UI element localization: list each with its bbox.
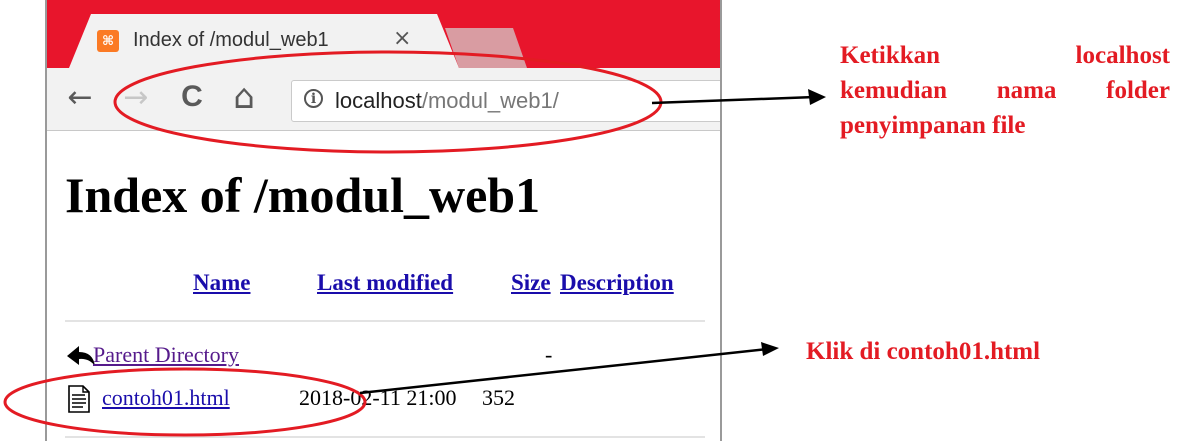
browser-tab[interactable]: ⌘ Index of /modul_web1 × bbox=[69, 14, 459, 68]
parent-size: - bbox=[545, 342, 553, 367]
table-row: contoh01.html 2018-02-11 21:00 352 bbox=[65, 385, 625, 415]
parent-directory-link[interactable]: Parent Directory bbox=[93, 342, 239, 368]
callout-address-line-2: kemudian nama folder bbox=[840, 73, 1170, 108]
tab-close-icon[interactable]: × bbox=[393, 26, 411, 51]
url-text[interactable]: localhost/modul_web1/ bbox=[335, 88, 559, 114]
callout-address-word-2: localhost bbox=[1075, 42, 1170, 69]
url-host: localhost bbox=[335, 88, 422, 113]
xampp-favicon-icon: ⌘ bbox=[97, 30, 119, 52]
tab-strip: ⌘ Index of /modul_web1 × bbox=[47, 0, 720, 68]
page-title: Index of /modul_web1 bbox=[65, 167, 541, 223]
address-bar[interactable]: i localhost/modul_web1/ bbox=[291, 80, 720, 122]
callout-address-word-1: Ketikkan bbox=[840, 42, 941, 69]
url-path: /modul_web1/ bbox=[421, 88, 559, 113]
divider-bottom bbox=[65, 436, 705, 438]
callout-address-instructions: Ketikkan localhost kemudian nama folder pen… bbox=[840, 38, 1170, 143]
reload-icon[interactable]: C bbox=[175, 80, 209, 114]
divider-top bbox=[65, 320, 705, 322]
tab-title: Index of /modul_web1 bbox=[133, 29, 329, 51]
browser-toolbar: ← → C ⌂ i localhost/modul_web1/ bbox=[47, 68, 720, 131]
home-icon[interactable]: ⌂ bbox=[227, 77, 261, 117]
table-row: Parent Directory - bbox=[65, 342, 585, 372]
callout-word: nama bbox=[996, 77, 1057, 104]
file-link-contoh01[interactable]: contoh01.html bbox=[102, 385, 230, 411]
column-header-name[interactable]: Name bbox=[193, 270, 250, 296]
file-modified: 2018-02-11 21:00 bbox=[299, 385, 457, 410]
file-icon bbox=[68, 385, 90, 413]
callout-word: kemudian bbox=[840, 77, 947, 104]
column-header-description[interactable]: Description bbox=[560, 270, 674, 296]
back-arrow-icon[interactable]: ← bbox=[63, 80, 97, 115]
callout-word: folder bbox=[1106, 77, 1170, 104]
file-size: 352 bbox=[482, 385, 515, 410]
column-header-last-modified[interactable]: Last modified bbox=[317, 270, 453, 296]
arrowhead-address bbox=[808, 89, 826, 105]
arrowhead-file bbox=[761, 342, 779, 356]
callout-address-line-3: penyimpanan file bbox=[840, 112, 1026, 139]
column-header-size[interactable]: Size bbox=[511, 270, 551, 296]
browser-window: ⌘ Index of /modul_web1 × ← → C ⌂ i local… bbox=[45, 0, 722, 441]
callout-file-instruction: Klik di contoh01.html bbox=[806, 338, 1041, 365]
info-icon[interactable]: i bbox=[304, 89, 323, 108]
forward-arrow-icon[interactable]: → bbox=[119, 80, 153, 115]
new-tab-button[interactable] bbox=[445, 28, 527, 68]
